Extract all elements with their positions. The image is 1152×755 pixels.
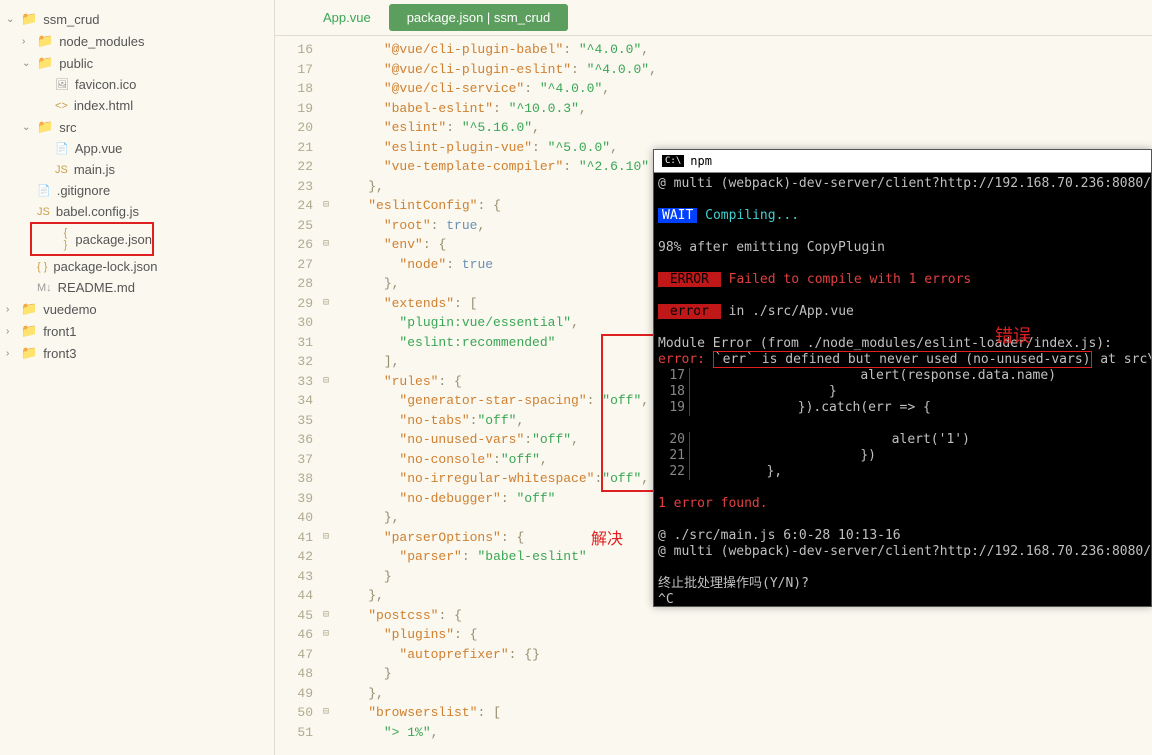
tree-item-label: favicon.ico — [75, 77, 136, 92]
file-explorer[interactable]: ⌄📁ssm_crud›📁node_modules⌄📁public🖼favicon… — [0, 0, 275, 755]
tree-item-label: babel.config.js — [56, 204, 139, 219]
tree-item-package-lock-json[interactable]: { } package-lock.json — [0, 256, 274, 277]
chevron-icon[interactable]: ⌄ — [22, 122, 34, 133]
tree-item-favicon-ico[interactable]: 🖼 favicon.ico — [0, 74, 274, 95]
tree-item-label: ssm_crud — [43, 12, 99, 27]
tree-item-label: .gitignore — [57, 183, 110, 198]
chevron-icon[interactable]: ⌄ — [6, 14, 18, 25]
tab-0[interactable]: App.vue — [305, 0, 389, 35]
tree-item--gitignore[interactable]: 📄 .gitignore — [0, 180, 274, 201]
tree-item-node_modules[interactable]: ›📁 node_modules — [0, 30, 274, 52]
tree-item-index-html[interactable]: <> index.html — [0, 95, 274, 116]
img-icon: 🖼 — [55, 78, 69, 91]
md-icon: M↓ — [37, 282, 52, 294]
js-icon: JS — [55, 164, 68, 176]
terminal-body[interactable]: @ multi (webpack)-dev-server/client?http… — [654, 173, 1151, 607]
folder-icon: 📁 — [21, 323, 37, 339]
tree-item-vuedemo[interactable]: ›📁 vuedemo — [0, 298, 274, 320]
folder-icon: 📁 — [21, 301, 37, 317]
tree-item-label: App.vue — [75, 141, 123, 156]
tree-item-public[interactable]: ⌄📁 public — [0, 52, 274, 74]
json-icon: { } — [64, 227, 70, 251]
tree-item-label: front1 — [43, 324, 76, 339]
chevron-icon[interactable]: › — [6, 348, 18, 359]
tree-item-front1[interactable]: ›📁 front1 — [0, 320, 274, 342]
js-icon: JS — [37, 206, 50, 218]
html-icon: <> — [55, 100, 68, 112]
folder-icon: 📁 — [37, 55, 53, 71]
tree-item-App-vue[interactable]: 📄 App.vue — [0, 138, 274, 159]
tree-item-label: README.md — [58, 280, 135, 295]
tree-item-label: index.html — [74, 98, 133, 113]
tree-item-label: package.json — [75, 232, 152, 247]
tree-item-ssm_crud[interactable]: ⌄📁 ssm_crud — [0, 8, 274, 30]
chevron-icon[interactable]: › — [6, 326, 18, 337]
file-icon: 📄 — [55, 142, 69, 155]
annotation-solve: 解决 — [591, 525, 623, 549]
tree-item-babel-config-js[interactable]: JS babel.config.js — [0, 201, 274, 222]
folder-icon: 📁 — [37, 119, 53, 135]
chevron-icon[interactable]: ⌄ — [22, 58, 34, 69]
folder-icon: 📁 — [21, 345, 37, 361]
annotation-error: 错误 — [995, 322, 1031, 348]
tree-item-label: public — [59, 56, 93, 71]
tree-item-package-json[interactable]: { } package.json — [30, 222, 154, 256]
json-icon: { } — [37, 261, 47, 273]
chevron-icon[interactable]: › — [22, 36, 34, 47]
tree-item-label: main.js — [74, 162, 115, 177]
tree-item-src[interactable]: ⌄📁 src — [0, 116, 274, 138]
editor-tabs: App.vuepackage.json | ssm_crud — [275, 0, 1152, 36]
file-icon: 📄 — [37, 184, 51, 197]
tree-item-label: package-lock.json — [53, 259, 157, 274]
tree-item-label: node_modules — [59, 34, 144, 49]
tree-item-label: src — [59, 120, 76, 135]
chevron-icon[interactable]: › — [6, 304, 18, 315]
tree-item-README-md[interactable]: M↓ README.md — [0, 277, 274, 298]
folder-icon: 📁 — [37, 33, 53, 49]
tab-1[interactable]: package.json | ssm_crud — [389, 4, 569, 31]
tree-item-label: vuedemo — [43, 302, 96, 317]
terminal-window[interactable]: C:\ npm @ multi (webpack)-dev-server/cli… — [653, 149, 1152, 607]
tree-item-front3[interactable]: ›📁 front3 — [0, 342, 274, 364]
cmd-icon: C:\ — [662, 155, 684, 167]
tree-item-label: front3 — [43, 346, 76, 361]
fold-gutter[interactable]: ⊟ ⊟ ⊟ ⊟ ⊟ ⊟⊟ ⊟ — [323, 36, 337, 755]
terminal-title-text: npm — [690, 154, 712, 168]
tree-item-main-js[interactable]: JS main.js — [0, 159, 274, 180]
line-gutter: 1617181920212223242526272829303132333435… — [275, 36, 323, 755]
terminal-titlebar[interactable]: C:\ npm — [654, 150, 1151, 173]
folder-icon: 📁 — [21, 11, 37, 27]
